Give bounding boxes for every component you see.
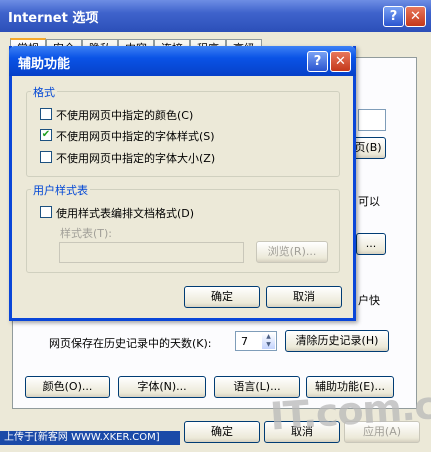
- stylesheet-path-label: 样式表(T):: [60, 227, 113, 240]
- no-font-styles-label: 不使用网页中指定的字体样式(S): [56, 130, 215, 143]
- dialog-help-icon[interactable]: ?: [307, 51, 328, 72]
- settings-button[interactable]: ...: [356, 233, 386, 255]
- colors-button[interactable]: 颜色(O)...: [25, 376, 110, 398]
- no-font-sizes-checkbox[interactable]: [40, 151, 52, 163]
- format-group-label: 格式: [31, 84, 57, 100]
- stepper-arrows-icon[interactable]: ▲ ▼: [262, 333, 275, 349]
- no-font-styles-checkbox[interactable]: ✔: [40, 129, 52, 141]
- dialog-title: 辅助功能: [18, 57, 71, 72]
- history-text: 户快: [358, 294, 380, 307]
- use-stylesheet-checkbox[interactable]: [40, 206, 52, 218]
- fonts-button[interactable]: 字体(N)...: [118, 376, 206, 398]
- browse-button[interactable]: 浏览(R)...: [256, 241, 328, 263]
- stylesheet-group-label: 用户样式表: [31, 182, 90, 198]
- no-page-colors-label: 不使用网页中指定的颜色(C): [56, 109, 194, 122]
- history-days-value: 7: [241, 335, 248, 348]
- stylesheet-path-input[interactable]: [59, 242, 244, 263]
- outer-close-icon[interactable]: ✕: [405, 6, 426, 27]
- outer-window-title: Internet 选项: [8, 11, 99, 26]
- dialog-ok-button[interactable]: 确定: [184, 286, 260, 308]
- history-days-label: 网页保存在历史记录中的天数(K):: [49, 337, 212, 350]
- clear-history-button[interactable]: 清除历史记录(H): [285, 330, 389, 352]
- history-days-stepper[interactable]: 7 ▲ ▼: [235, 331, 277, 351]
- outer-help-icon[interactable]: ?: [383, 6, 404, 27]
- upload-credit: 上传于[新客网 WWW.XKER.COM]: [0, 431, 180, 445]
- temp-files-text: 可以: [358, 195, 380, 208]
- use-stylesheet-label: 使用样式表编排文档格式(D): [56, 207, 195, 220]
- homepage-address-field[interactable]: [358, 109, 386, 131]
- no-page-colors-checkbox[interactable]: [40, 108, 52, 120]
- dialog-cancel-button[interactable]: 取消: [266, 286, 342, 308]
- outer-ok-button[interactable]: 确定: [184, 421, 260, 443]
- no-font-sizes-label: 不使用网页中指定的字体大小(Z): [56, 152, 216, 165]
- dialog-close-icon[interactable]: ✕: [330, 51, 351, 72]
